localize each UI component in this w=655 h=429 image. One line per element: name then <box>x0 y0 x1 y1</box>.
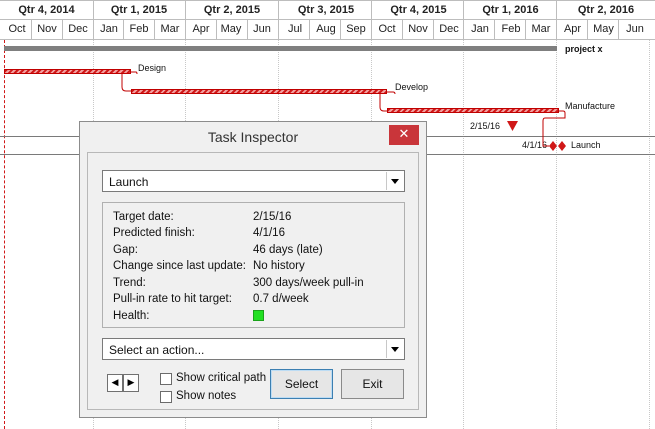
launch-milestone-marker[interactable] <box>558 141 566 151</box>
task-select-value: Launch <box>109 175 149 189</box>
field-label: Pull-in rate to hit target: <box>113 293 232 305</box>
field-label: Gap: <box>113 244 138 256</box>
trend-value: 300 days/week pull-in <box>253 277 364 289</box>
target-date-value: 2/15/16 <box>253 211 292 223</box>
triangle-left-icon: ◀ <box>111 378 119 388</box>
triangle-right-icon: ▶ <box>127 378 135 388</box>
field-label: Change since last update: <box>113 260 246 272</box>
show-critical-path-checkbox[interactable] <box>160 373 172 385</box>
dependency-connector <box>379 94 387 112</box>
select-button[interactable]: Select <box>270 369 333 399</box>
field-label: Predicted finish: <box>113 227 195 239</box>
predicted-finish-value: 4/1/16 <box>253 227 285 239</box>
close-button[interactable]: ✕ <box>389 125 419 145</box>
field-label: Target date: <box>113 211 174 223</box>
show-notes-checkbox[interactable] <box>160 391 172 403</box>
task-details-panel: Target date: 2/15/16 Predicted finish: 4… <box>102 202 405 328</box>
dialog-title: Task Inspector <box>207 129 299 145</box>
health-indicator <box>253 310 264 321</box>
pull-in-rate-value: 0.7 d/week <box>253 293 309 305</box>
show-critical-path-label: Show critical path <box>176 372 267 384</box>
field-label: Trend: <box>113 277 146 289</box>
change-value: No history <box>253 260 305 272</box>
dependency-connector <box>131 71 138 75</box>
previous-task-button[interactable]: ◀ <box>107 374 123 392</box>
target-date-marker[interactable] <box>507 121 518 131</box>
show-notes-label: Show notes <box>176 390 237 402</box>
task-select[interactable]: Launch <box>102 170 405 192</box>
next-task-button[interactable]: ▶ <box>123 374 139 392</box>
launch-milestone-marker[interactable] <box>549 141 557 151</box>
dependency-connector <box>121 74 131 92</box>
close-icon: ✕ <box>398 127 410 142</box>
exit-button[interactable]: Exit <box>341 369 404 399</box>
action-select-value: Select an action... <box>109 343 205 357</box>
chevron-down-icon[interactable] <box>386 172 403 190</box>
chevron-down-icon[interactable] <box>386 340 403 358</box>
field-label: Health: <box>113 310 150 322</box>
dialog-title-bar[interactable]: Task Inspector ✕ <box>80 122 426 153</box>
task-inspector-dialog: Task Inspector ✕ Launch Target date: 2/1… <box>79 121 427 418</box>
action-select[interactable]: Select an action... <box>102 338 405 360</box>
dependency-connector <box>387 91 396 95</box>
dependency-connector <box>542 110 566 147</box>
gap-value: 46 days (late) <box>253 244 323 256</box>
